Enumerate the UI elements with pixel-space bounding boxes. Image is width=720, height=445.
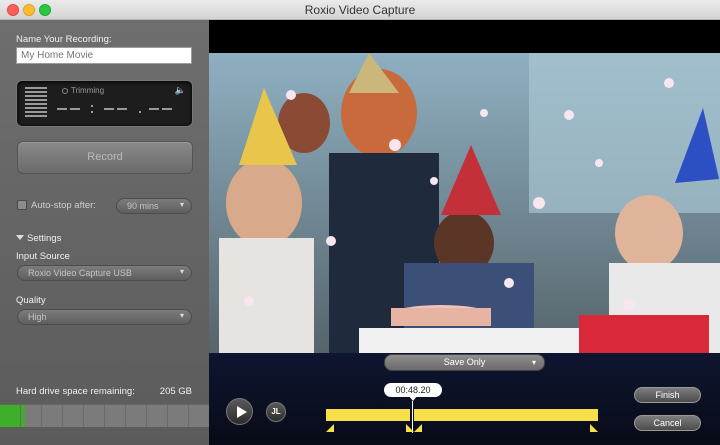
input-source-select[interactable]: Roxio Video Capture USB ▾ [17,265,192,281]
audio-level-bars [25,87,47,121]
settings-label: Settings [27,233,62,244]
trimming-indicator: Trimming [62,86,104,95]
video-stage: Save Only ▾ JL 00:48.20 Finish Cancel [209,20,720,445]
video-preview[interactable] [209,53,720,353]
disk-usage-ticks [0,405,209,427]
timecode-display [57,101,187,113]
trim-start-handle[interactable] [326,424,334,432]
cancel-button[interactable]: Cancel [634,415,701,431]
disk-usage-bar [0,404,209,427]
chevron-down-icon: ▾ [531,358,536,367]
disk-space-row: Hard drive space remaining: 205 GB [16,386,192,397]
name-label: Name Your Recording: [16,34,112,45]
trim-end-handle[interactable] [590,424,598,432]
recording-name-input[interactable] [16,47,192,64]
playback-controls: Save Only ▾ JL 00:48.20 Finish Cancel [209,353,720,445]
speaker-icon: 🔈 [174,85,186,95]
trim-timeline[interactable] [326,409,598,421]
record-button[interactable]: Record [17,141,193,174]
autostop-label: Auto-stop after: [31,200,96,211]
autostop-duration-value: 90 mins [127,201,159,211]
settings-disclosure[interactable]: Settings [16,233,61,244]
input-source-value: Roxio Video Capture USB [28,268,132,278]
current-time-label: 00:48.20 [384,383,442,401]
clock-icon [62,88,68,94]
disk-space-value: 205 GB [159,386,192,397]
play-button[interactable] [226,398,253,425]
window-title: Roxio Video Capture [304,3,416,17]
autostop-checkbox[interactable] [17,200,27,210]
video-frame-image [209,53,720,353]
disk-space-label: Hard drive space remaining: [16,386,135,397]
trim-button[interactable]: JL [266,402,286,422]
quality-label: Quality [16,295,46,306]
autostop-duration-select[interactable]: 90 mins ▾ [116,198,192,214]
chevron-down-icon: ▾ [179,267,184,276]
trimming-label: Trimming [71,86,105,95]
save-mode-value: Save Only [443,357,486,367]
disclosure-triangle-icon [16,235,24,240]
split-handle-left[interactable] [406,424,414,432]
split-handle-right[interactable] [414,424,422,432]
chevron-down-icon: ▾ [179,200,184,209]
quality-value: High [28,312,47,322]
input-source-label: Input Source [16,251,70,262]
level-meter: Trimming 🔈 [16,80,193,127]
finish-button[interactable]: Finish [634,387,701,403]
sidebar: Name Your Recording: Trimming 🔈 Record A… [0,20,209,445]
title-bar: Roxio Video Capture [0,0,720,20]
chevron-down-icon: ▾ [179,311,184,320]
app-window: Roxio Video Capture Name Your Recording:… [0,0,720,445]
quality-select[interactable]: High ▾ [17,309,192,325]
save-mode-select[interactable]: Save Only ▾ [384,354,545,371]
